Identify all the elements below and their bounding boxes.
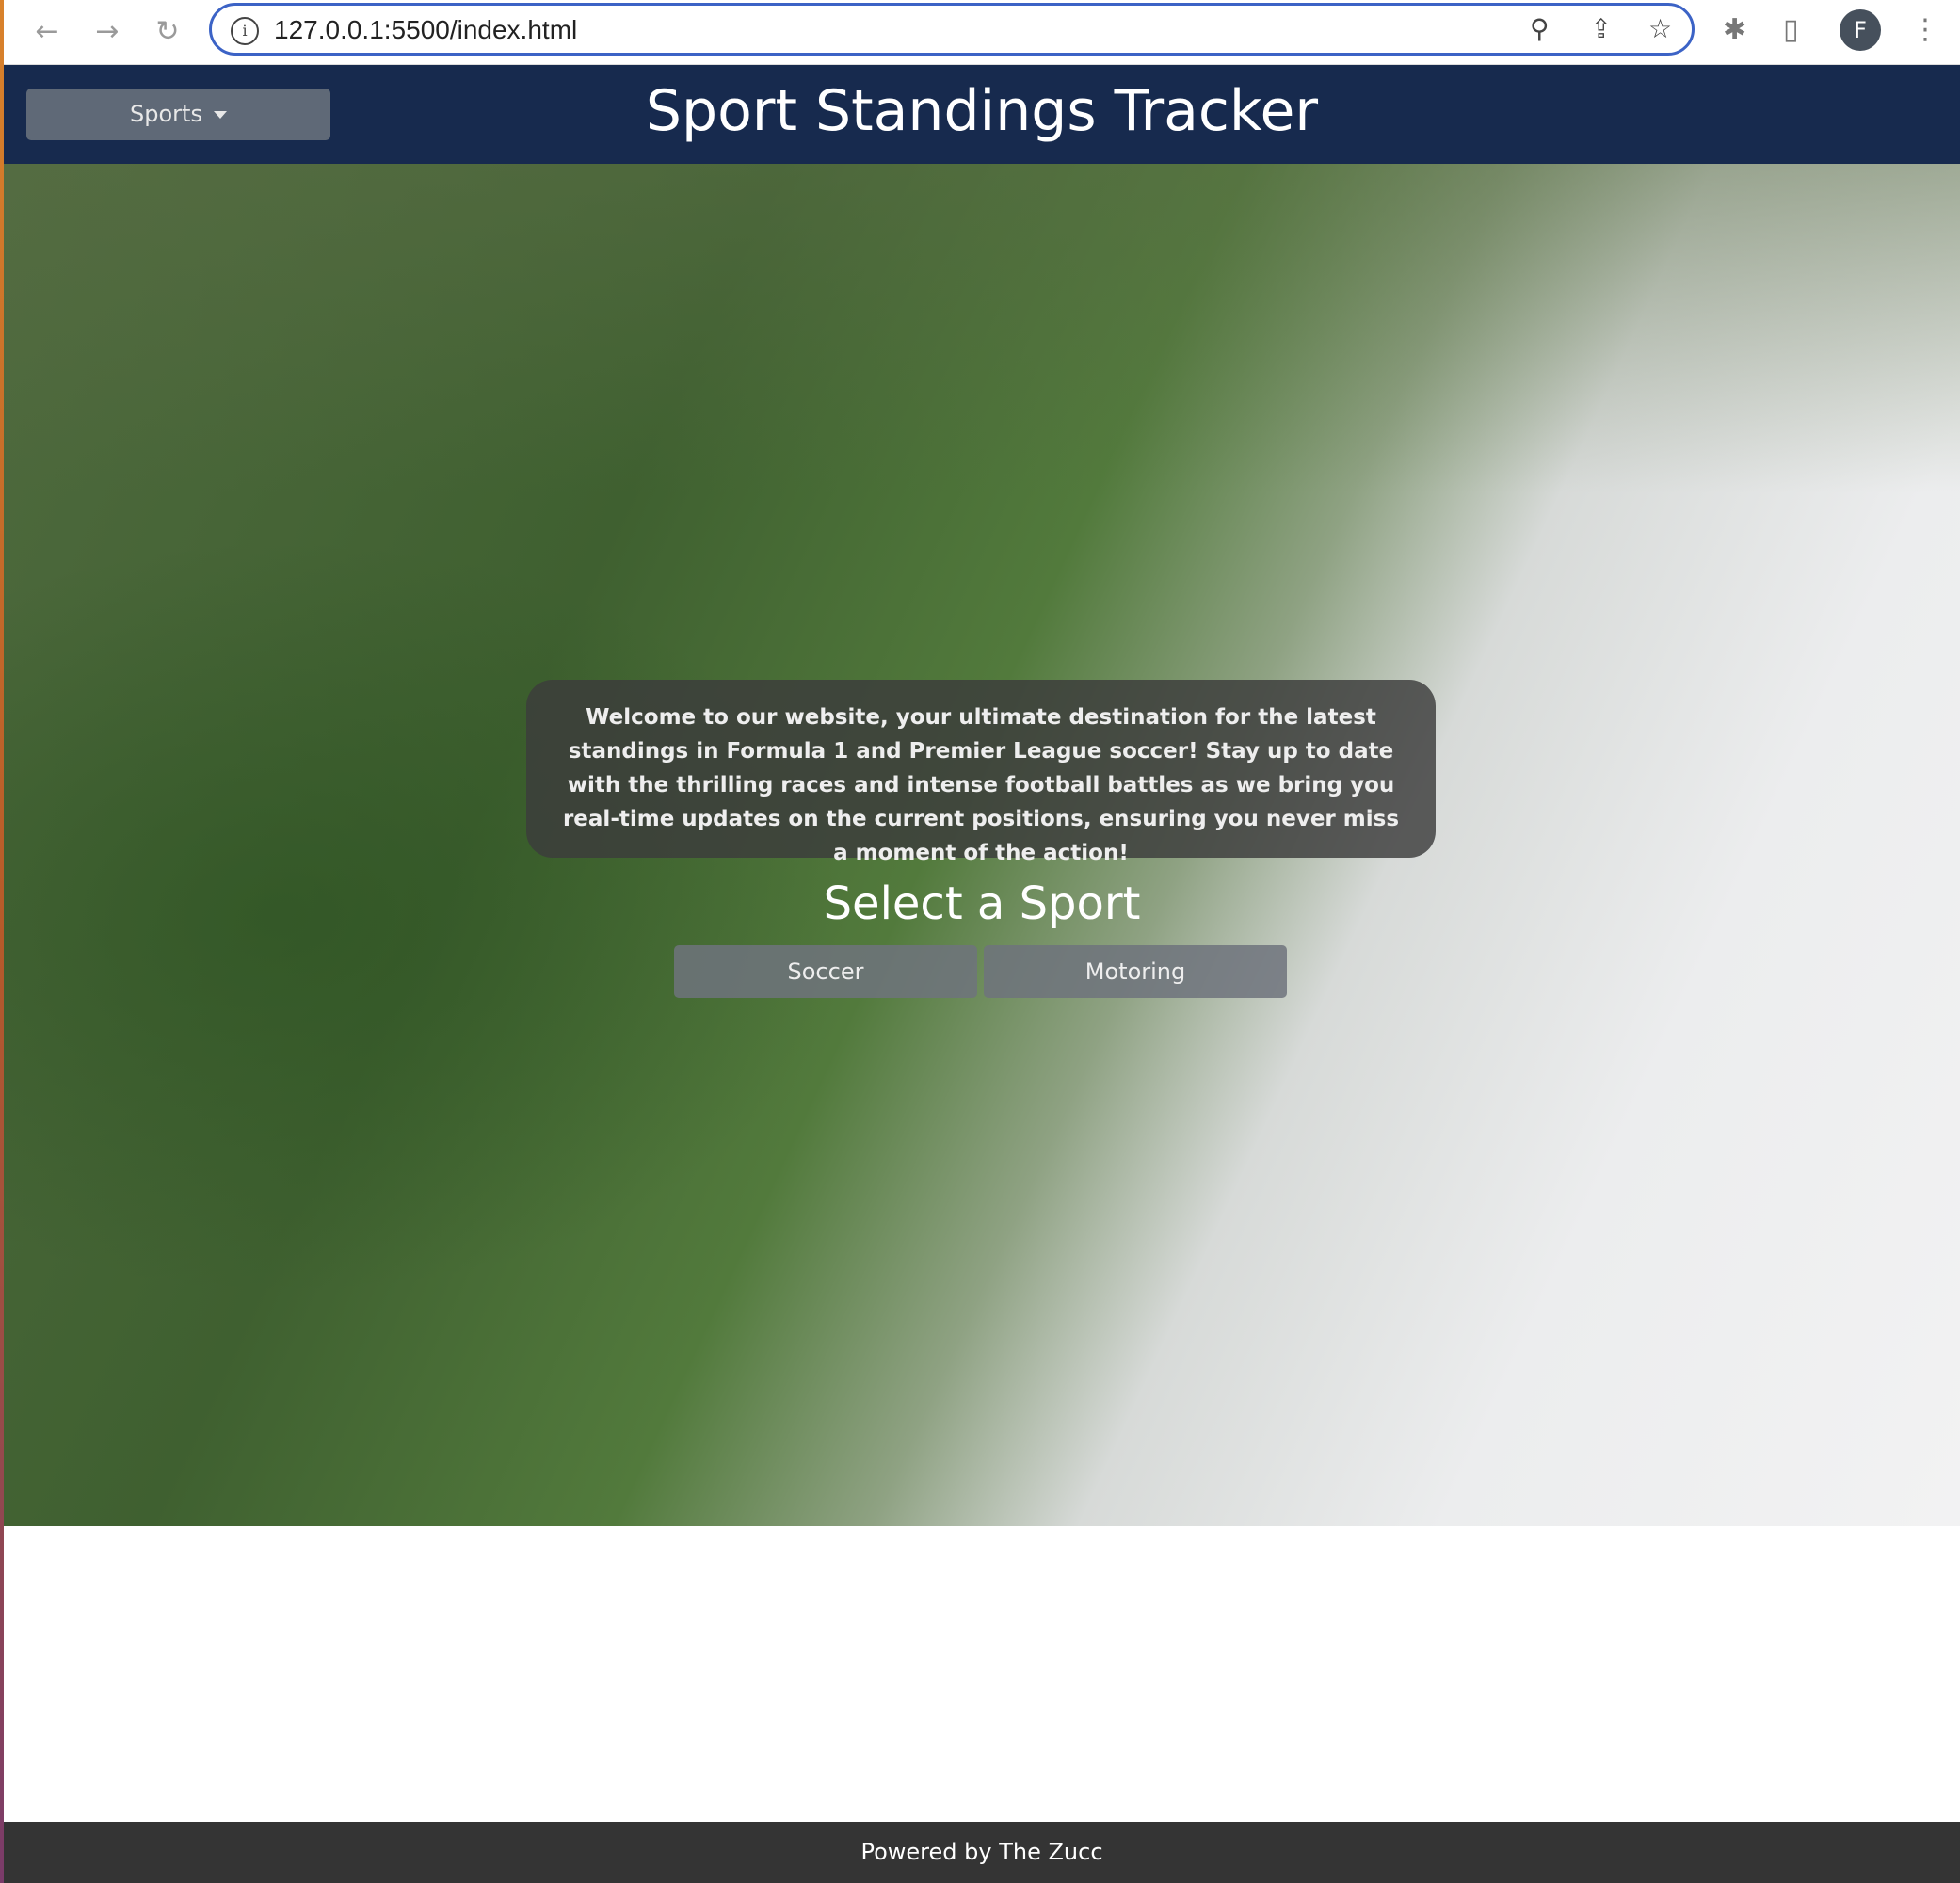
- page-title: Sport Standings Tracker: [645, 78, 1319, 144]
- extensions-icon[interactable]: ✱: [1723, 13, 1746, 46]
- share-icon[interactable]: ⇪: [1590, 13, 1612, 44]
- menu-icon[interactable]: ⋮: [1911, 13, 1939, 46]
- welcome-text: Welcome to our website, your ultimate de…: [526, 680, 1436, 865]
- navbar: Sports Sport Standings Tracker: [4, 65, 1960, 164]
- info-icon[interactable]: i: [231, 17, 259, 45]
- back-icon[interactable]: ←: [28, 13, 66, 51]
- hero-background: Welcome to our website, your ultimate de…: [4, 164, 1960, 1526]
- footer: Powered by The Zucc: [4, 1822, 1960, 1883]
- motoring-button[interactable]: Motoring: [984, 945, 1287, 998]
- side-panel-icon[interactable]: ▯: [1783, 13, 1799, 46]
- address-bar[interactable]: i 127.0.0.1:5500/index.html ⚲ ⇪ ☆: [209, 3, 1695, 56]
- hero-shade: [4, 164, 1960, 493]
- soccer-button[interactable]: Soccer: [674, 945, 977, 998]
- forward-icon[interactable]: →: [88, 13, 126, 51]
- reload-icon[interactable]: ↻: [149, 13, 186, 51]
- bookmark-star-icon[interactable]: ☆: [1648, 13, 1672, 44]
- url-text[interactable]: 127.0.0.1:5500/index.html: [274, 15, 577, 45]
- browser-toolbar: ← → ↻ i 127.0.0.1:5500/index.html ⚲ ⇪ ☆ …: [4, 0, 1960, 66]
- avatar[interactable]: F: [1840, 9, 1881, 51]
- zoom-icon[interactable]: ⚲: [1530, 13, 1550, 44]
- select-sport-heading: Select a Sport: [823, 877, 1141, 930]
